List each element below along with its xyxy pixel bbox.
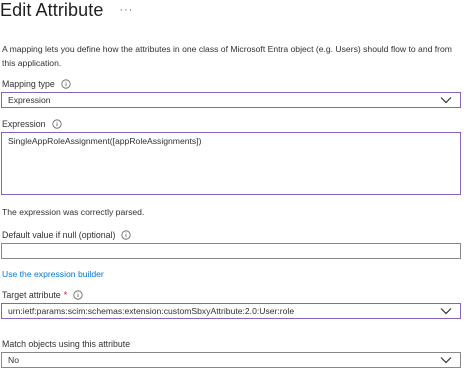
default-value-label: Default value if null (optional) [2, 230, 116, 240]
expression-textarea[interactable]: SingleAppRoleAssignment([appRoleAssignme… [1, 132, 461, 195]
mapping-type-label: Mapping type [2, 79, 55, 89]
target-attribute-value: urn:ietf:params:scim:schemas:extension:c… [8, 306, 295, 316]
edit-attribute-panel: Edit Attribute ··· A mapping lets you de… [0, 0, 474, 372]
target-attribute-dropdown[interactable]: urn:ietf:params:scim:schemas:extension:c… [1, 303, 461, 319]
expression-label: Expression [2, 119, 46, 129]
chevron-down-icon [438, 352, 454, 368]
match-objects-label-row: Match objects using this attribute [2, 339, 130, 349]
description-text: A mapping lets you define how the attrib… [2, 44, 452, 68]
default-value-input[interactable] [1, 243, 461, 259]
info-icon[interactable] [73, 290, 83, 300]
parse-status-text: The expression was correctly parsed. [2, 207, 145, 217]
chevron-down-icon [438, 92, 454, 108]
info-icon[interactable] [51, 119, 62, 129]
page-title: Edit Attribute [0, 0, 104, 20]
expression-label-row: Expression [2, 119, 62, 129]
mapping-type-dropdown[interactable]: Expression [1, 92, 461, 108]
target-attribute-label-row: Target attribute * [2, 290, 83, 300]
info-icon[interactable] [121, 230, 132, 240]
mapping-type-value: Expression [8, 95, 51, 105]
match-objects-value: No [8, 355, 19, 365]
mapping-type-label-row: Mapping type [2, 79, 71, 89]
panel-header: Edit Attribute ··· [0, 0, 133, 23]
match-objects-dropdown[interactable]: No [1, 352, 461, 368]
chevron-down-icon [438, 303, 454, 319]
required-marker: * [63, 290, 68, 300]
target-attribute-label: Target attribute [2, 290, 61, 300]
expression-builder-link[interactable]: Use the expression builder [2, 269, 104, 279]
more-options-button[interactable]: ··· [119, 4, 133, 16]
match-objects-label: Match objects using this attribute [2, 339, 131, 349]
info-icon[interactable] [61, 79, 71, 89]
default-value-label-row: Default value if null (optional) [2, 230, 132, 240]
